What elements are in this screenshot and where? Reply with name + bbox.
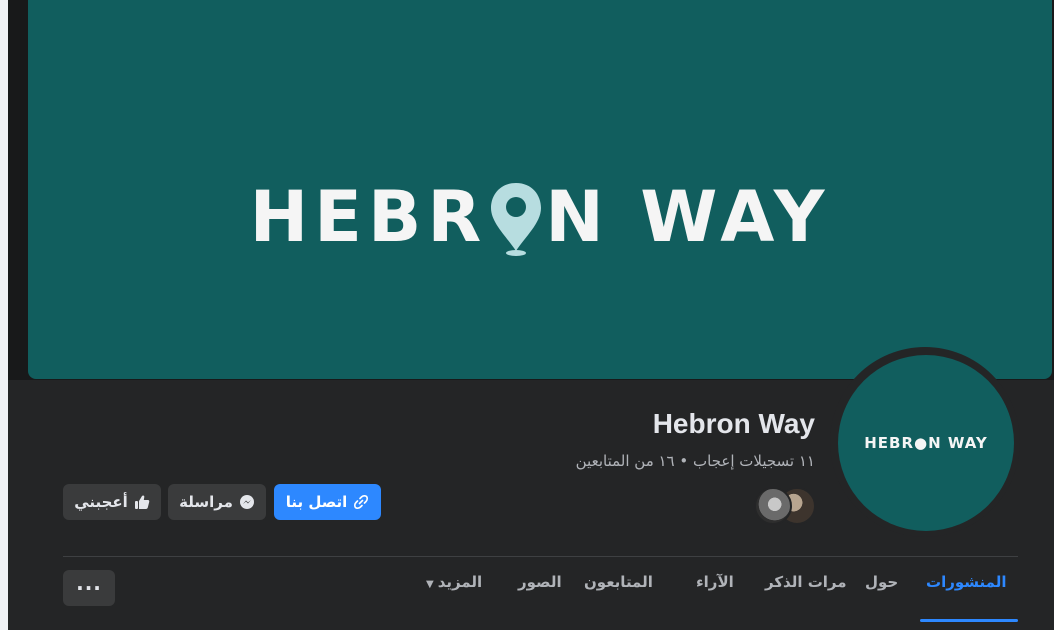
thumbs-up-icon [134, 494, 150, 510]
link-icon [353, 494, 369, 510]
page-stats[interactable]: ١١ تسجيلات إعجاب • ١٦ من المتابعين [576, 452, 815, 470]
cover-photo[interactable]: HEBR N WAY [28, 0, 1052, 379]
tab-posts[interactable]: المنشورات [926, 573, 1006, 603]
cover-logo-text-left: HEBR [249, 176, 488, 258]
tab-more-label: المزيد [437, 573, 483, 591]
cover-logo-text-right: N WAY [545, 176, 831, 258]
message-button[interactable]: مراسلة [168, 484, 266, 520]
like-button[interactable]: أعجبني [63, 484, 161, 520]
window-edge [0, 0, 8, 630]
tab-mentions[interactable]: مرات الذكر [765, 573, 847, 603]
tab-followers[interactable]: المتابعون [584, 573, 653, 603]
page-title: Hebron Way [652, 408, 815, 439]
follower-avatars[interactable] [748, 487, 816, 525]
divider [63, 556, 1018, 557]
caret-down-icon: ▼ [426, 579, 434, 590]
page-header: HEBR N WAY HEBR●N WAY Hebron Way ١١ تسجيل… [8, 0, 1054, 630]
tab-more[interactable]: المزيد▼ [426, 573, 482, 603]
avatar-logo: HEBR●N WAY [864, 434, 988, 452]
contact-button-label: اتصل بنا [285, 493, 348, 511]
tab-photos[interactable]: الصور [518, 573, 562, 603]
contact-button[interactable]: اتصل بنا [274, 484, 381, 520]
cover-logo: HEBR N WAY [28, 176, 1052, 258]
tab-reviews[interactable]: الآراء [696, 573, 734, 603]
tab-about[interactable]: حول [865, 573, 898, 603]
avatar[interactable]: HEBR●N WAY [838, 355, 1014, 531]
more-options-button[interactable]: ··· [63, 570, 115, 606]
message-button-label: مراسلة [179, 493, 233, 511]
like-button-label: أعجبني [74, 493, 128, 511]
follower-avatar[interactable] [754, 487, 792, 525]
messenger-icon [239, 494, 255, 510]
map-pin-icon [487, 181, 545, 256]
active-tab-indicator [920, 619, 1018, 622]
more-options-label: ··· [76, 576, 102, 600]
